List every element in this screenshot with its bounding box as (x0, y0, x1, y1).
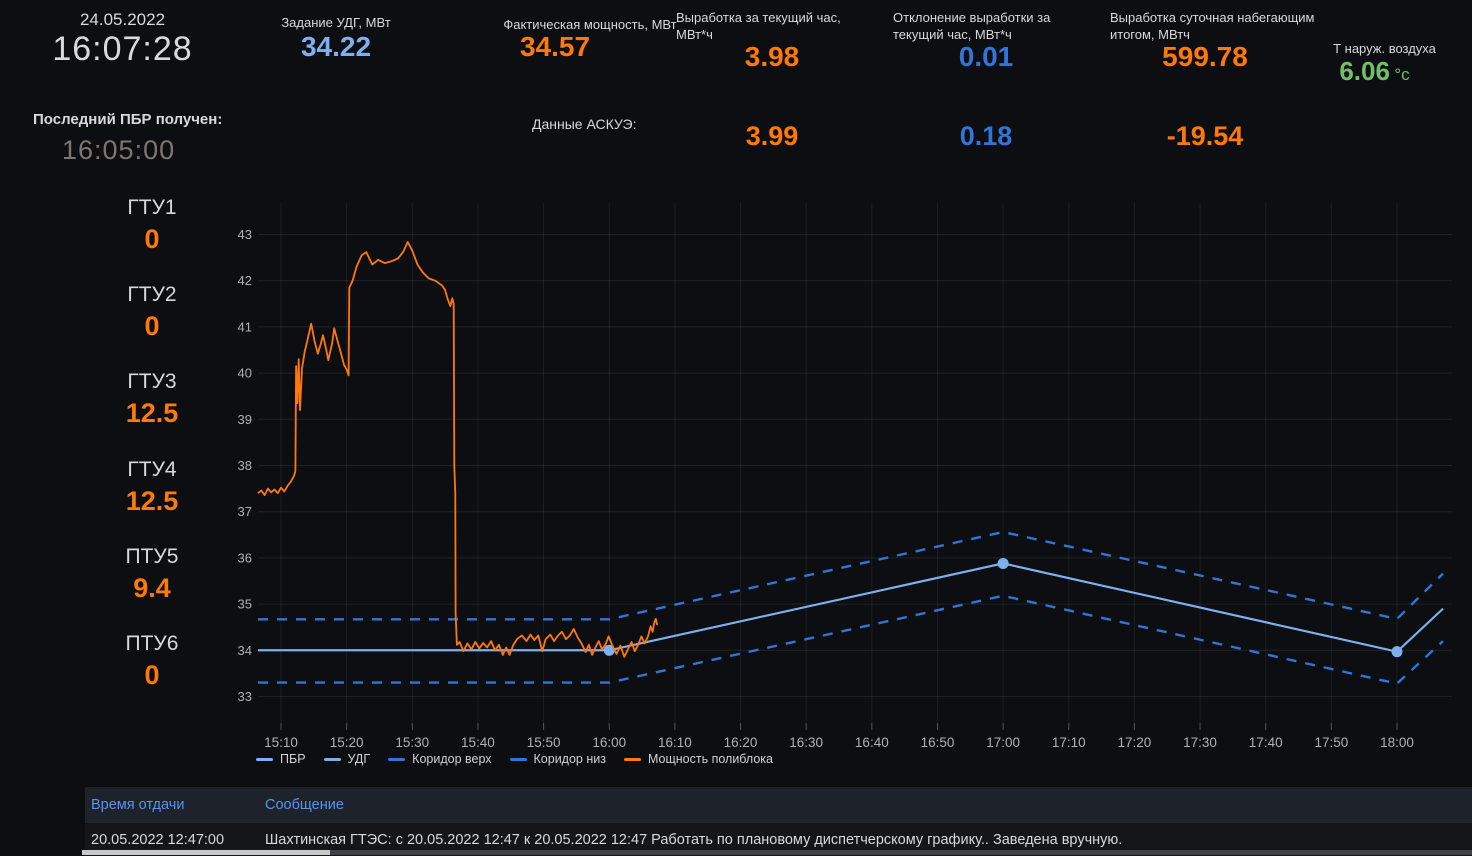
last-pbr-time: 16:05:00 (62, 135, 175, 166)
x-axis-tick-label: 16:20 (724, 735, 758, 750)
unit-name: ПТУ5 (92, 545, 212, 569)
unit-value: 0 (92, 224, 212, 255)
x-axis-tick-label: 15:50 (527, 735, 561, 750)
unit-value: 9.4 (92, 573, 212, 604)
x-axis-tick-label: 16:40 (855, 735, 889, 750)
message-text-cell: Шахтинская ГТЭС: с 20.05.2022 12:47 к 20… (257, 832, 1472, 848)
message-time-cell: 20.05.2022 12:47:00 (85, 832, 257, 848)
y-axis-tick-label: 34 (238, 643, 252, 658)
unit-name: ГТУ3 (92, 370, 212, 394)
unit-stat-gtu2: ГТУ2 0 (92, 283, 212, 342)
dashboard: { "header": { "date": "24.05.2022", "tim… (0, 0, 1472, 855)
unit-stat-ptu6: ПТУ6 0 (92, 632, 212, 691)
unit-value: 0 (92, 660, 212, 691)
temp-unit: °c (1394, 65, 1409, 84)
x-axis-tick-label: 16:30 (789, 735, 823, 750)
column-header-message[interactable]: Сообщение (257, 797, 1472, 813)
x-axis-tick-label: 15:10 (264, 735, 298, 750)
unit-name: ГТУ1 (92, 196, 212, 220)
unit-value: 0 (92, 311, 212, 342)
stat-actual-power-value: 34.57 (420, 31, 690, 63)
askue-hour-output: 3.99 (672, 121, 872, 152)
unit-name: ГТУ4 (92, 458, 212, 482)
legend-swatch-icon (256, 758, 273, 761)
y-axis-tick-label: 37 (238, 504, 252, 519)
unit-stat-gtu3: ГТУ3 12.5 (92, 370, 212, 429)
current-date: 24.05.2022 (40, 10, 205, 30)
askue-daily-output: -19.54 (1105, 121, 1305, 152)
stat-udg-setpoint-value: 34.22 (256, 31, 416, 63)
unit-stat-ptu5: ПТУ5 9.4 (92, 545, 212, 604)
x-axis-tick-label: 16:10 (658, 735, 692, 750)
legend-item-УДГ[interactable]: УДГ (324, 752, 371, 766)
legend-item-Коридор низ[interactable]: Коридор низ (510, 752, 606, 766)
series-point-marker (1391, 646, 1402, 657)
y-axis-tick-label: 35 (238, 597, 252, 612)
legend-label: Коридор верх (412, 752, 491, 766)
legend-label: ПБР (280, 752, 306, 766)
unit-value: 12.5 (92, 486, 212, 517)
legend-swatch-icon (324, 758, 341, 761)
stat-hour-output-value: 3.98 (672, 41, 872, 73)
y-axis-tick-label: 42 (238, 273, 252, 288)
legend-swatch-icon (624, 758, 641, 761)
legend-item-Коридор верх[interactable]: Коридор верх (388, 752, 491, 766)
y-axis-tick-label: 33 (238, 689, 252, 704)
x-axis-tick-label: 17:50 (1314, 735, 1348, 750)
y-axis-tick-label: 39 (238, 412, 252, 427)
unit-value: 12.5 (92, 398, 212, 429)
askue-deviation: 0.18 (886, 121, 1086, 152)
current-time: 16:07:28 (20, 30, 225, 69)
legend-label: УДГ (348, 752, 371, 766)
askue-label: Данные АСКУЭ: (532, 116, 636, 132)
power-plan-chart: 33 34 35 36 37 38 39 40 41 42 43 15:10 15:20 15:30 15:… (230, 195, 1472, 775)
legend-label: Мощность полиблока (648, 752, 773, 766)
messages-table: Время отдачи Сообщение 20.05.2022 12:47:… (85, 787, 1472, 856)
stat-deviation-label: Отклонение выработки за текущий час, МВт… (893, 9, 1093, 43)
legend-swatch-icon (388, 758, 405, 761)
last-pbr-label: Последний ПБР получен: (33, 111, 222, 128)
stat-outdoor-temp-label: Т наруж. воздуха (1322, 40, 1447, 57)
y-axis-tick-label: 36 (238, 550, 252, 565)
unit-name: ГТУ2 (92, 283, 212, 307)
series-Мощность полиблока (258, 242, 657, 657)
stat-daily-output-value: 599.78 (1105, 41, 1305, 73)
y-axis-tick-label: 38 (238, 458, 252, 473)
x-axis-tick-label: 15:40 (461, 735, 495, 750)
legend-item-ПБР[interactable]: ПБР (256, 752, 306, 766)
legend-item-Мощность полиблока[interactable]: Мощность полиблока (624, 752, 773, 766)
horizontal-scrollbar-thumb[interactable] (82, 850, 330, 855)
stat-deviation-value: 0.01 (886, 41, 1086, 73)
stat-daily-output-label: Выработка суточная набегающим итогом, МВ… (1110, 9, 1350, 43)
table-header-row: Время отдачи Сообщение (85, 787, 1472, 822)
x-axis-tick-label: 18:00 (1380, 735, 1414, 750)
legend-swatch-icon (510, 758, 527, 761)
stat-hour-output-label: Выработка за текущий час, МВт*ч (676, 9, 881, 43)
x-axis-tick-label: 17:40 (1249, 735, 1283, 750)
horizontal-scrollbar-track[interactable] (330, 850, 1472, 855)
y-axis-tick-label: 41 (238, 319, 252, 334)
unit-stat-gtu4: ГТУ4 12.5 (92, 458, 212, 517)
unit-stat-gtu1: ГТУ1 0 (92, 196, 212, 255)
unit-name: ПТУ6 (92, 632, 212, 656)
x-axis-tick-label: 17:10 (1052, 735, 1086, 750)
stat-udg-setpoint-label: Задание УДГ, МВт (256, 14, 416, 31)
series-point-marker (998, 558, 1009, 569)
y-axis-tick-label: 40 (238, 366, 252, 381)
x-axis-tick-label: 16:00 (592, 735, 626, 750)
temp-number: 6.06 (1339, 56, 1390, 86)
x-axis-tick-label: 15:20 (330, 735, 364, 750)
x-axis-tick-label: 17:30 (1183, 735, 1217, 750)
legend-label: Коридор низ (534, 752, 606, 766)
stat-outdoor-temp-value: 6.06 °c (1312, 56, 1437, 87)
x-axis-tick-label: 16:50 (921, 735, 955, 750)
x-axis-tick-label: 15:30 (395, 735, 429, 750)
x-axis-tick-label: 17:00 (986, 735, 1020, 750)
y-axis-tick-label: 43 (238, 227, 252, 242)
chart-legend: ПБР УДГ Коридор верх Коридор низ Мощность по… (256, 752, 773, 766)
column-header-time[interactable]: Время отдачи (85, 797, 257, 813)
x-axis-tick-label: 17:20 (1118, 735, 1152, 750)
